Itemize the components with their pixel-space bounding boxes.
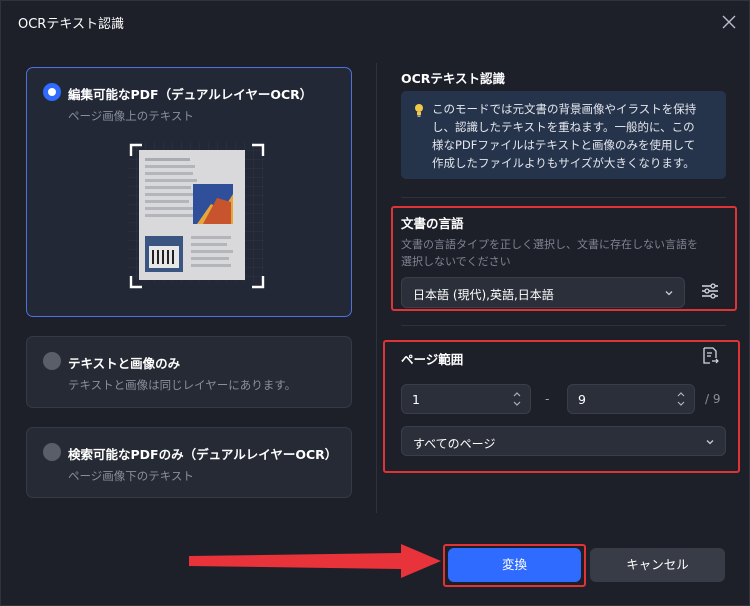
divider — [401, 325, 726, 326]
mode-subtitle: ページ画像下のテキスト — [68, 469, 194, 483]
language-description: 文書の言語タイプを正しく選択し、文書に存在しない言語を 選択しないでください — [401, 238, 698, 268]
page-scope-value: すべてのページ — [413, 437, 496, 451]
document-illustration — [129, 142, 265, 289]
page-to-input[interactable]: 9 — [567, 384, 695, 414]
page-total: / 9 — [705, 392, 721, 406]
info-text: このモードでは元文書の背景画像やイラストを保持 し、認識したテキストを重ねます。… — [432, 102, 697, 170]
page-scope-select[interactable]: すべてのページ — [401, 426, 726, 456]
mode-title: 編集可能なPDF（デュアルレイヤーOCR） — [68, 87, 313, 102]
mode-card-text-and-images[interactable]: テキストと画像のみ テキストと画像は同じレイヤーにあります。 — [26, 336, 352, 408]
mode-title: テキストと画像のみ — [68, 356, 181, 371]
page-from-input[interactable]: 1 — [401, 384, 531, 414]
page-to-value: 9 — [578, 392, 586, 407]
chevron-down-icon — [706, 440, 714, 445]
ocr-dialog: OCRテキスト認識 編集可能なPDF（デュアルレイヤーOCR） ページ画像上のテ… — [0, 0, 750, 606]
language-select[interactable]: 日本語 (現代),英語,日本語 — [401, 277, 685, 308]
lightbulb-icon — [415, 104, 423, 117]
page-from-value: 1 — [412, 392, 420, 407]
page-range-icon[interactable] — [701, 346, 719, 366]
title-bar: OCRテキスト認識 — [1, 1, 749, 43]
close-icon[interactable] — [719, 12, 739, 32]
annotation-arrow-icon — [189, 544, 441, 578]
page-range-title: ページ範囲 — [401, 352, 464, 367]
radio-text-and-images[interactable] — [43, 352, 61, 370]
stepper-arrows-icon[interactable] — [676, 389, 686, 409]
language-select-value: 日本語 (現代),英語,日本語 — [413, 288, 554, 302]
divider — [401, 197, 726, 198]
radio-searchable-pdf[interactable] — [43, 443, 61, 461]
radio-editable-pdf[interactable] — [43, 83, 61, 101]
mode-subtitle: テキストと画像は同じレイヤーにあります。 — [68, 378, 297, 392]
vertical-divider — [376, 63, 377, 513]
cancel-button[interactable]: キャンセル — [590, 548, 725, 582]
language-section-title: 文書の言語 — [401, 216, 464, 231]
mode-info-box: このモードでは元文書の背景画像やイラストを保持 し、認識したテキストを重ねます。… — [401, 91, 726, 179]
chevron-down-icon — [665, 291, 673, 296]
mode-subtitle: ページ画像上のテキスト — [68, 109, 194, 123]
stepper-arrows-icon[interactable] — [512, 389, 522, 409]
dialog-title: OCRテキスト認識 — [18, 17, 124, 32]
language-settings-icon[interactable] — [699, 280, 721, 302]
mode-card-searchable-pdf[interactable]: 検索可能なPDFのみ（デュアルレイヤーOCR） ページ画像下のテキスト — [26, 427, 352, 498]
ocr-section-title: OCRテキスト認識 — [401, 71, 506, 86]
range-separator: - — [545, 391, 550, 406]
mode-card-editable-pdf[interactable]: 編集可能なPDF（デュアルレイヤーOCR） ページ画像上のテキスト — [26, 67, 352, 317]
mode-title: 検索可能なPDFのみ（デュアルレイヤーOCR） — [68, 447, 338, 462]
convert-button[interactable]: 変換 — [448, 548, 581, 582]
